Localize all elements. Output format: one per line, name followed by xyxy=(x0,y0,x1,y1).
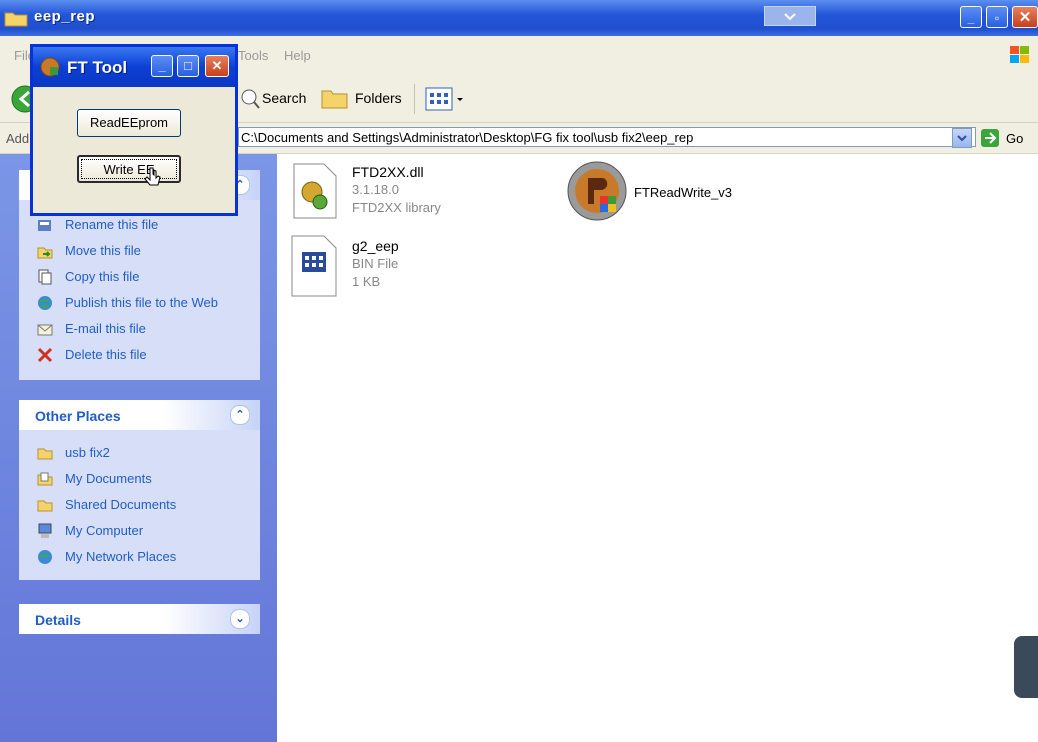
bin-file-icon xyxy=(291,235,337,297)
address-path: C:\Documents and Settings\Administrator\… xyxy=(241,130,694,145)
write-ee-button[interactable]: Write EE xyxy=(77,155,181,183)
details-header[interactable]: Details ⌄ xyxy=(19,604,260,634)
my-computer-icon xyxy=(38,523,52,538)
dll-icon xyxy=(293,163,337,219)
windows-logo-icon xyxy=(1010,46,1029,63)
menu-help[interactable]: Help xyxy=(284,48,311,63)
app-icon xyxy=(567,161,627,221)
other-places-title: Other Places xyxy=(35,408,121,424)
details-panel: Details ⌄ xyxy=(19,604,260,634)
address-input[interactable]: C:\Documents and Settings\Administrator\… xyxy=(238,127,976,147)
email-icon xyxy=(37,324,53,336)
mouse-cursor-icon xyxy=(144,167,161,186)
folder-icon xyxy=(4,12,28,27)
folder-icon xyxy=(37,448,53,460)
chevron-down-icon xyxy=(957,135,967,142)
explorer-title-bar[interactable]: eep_rep _ ▫ ✕ xyxy=(0,0,1038,36)
file-list: FTD2XX.dll 3.1.18.0 FTD2XX library g2_ee… xyxy=(278,154,1038,742)
close-button[interactable]: ✕ xyxy=(1012,6,1038,28)
publish-web-icon xyxy=(38,296,52,310)
search-icon[interactable] xyxy=(240,88,260,110)
move-icon xyxy=(37,247,53,259)
search-button[interactable]: Search xyxy=(262,90,306,106)
details-title: Details xyxy=(35,612,81,628)
title-chevron-button[interactable] xyxy=(764,6,816,26)
read-eeprom-button[interactable]: ReadEEprom xyxy=(77,109,181,137)
ft-tool-app-icon xyxy=(40,57,60,77)
file-item-ftreadwrite[interactable]: FTReadWrite_v3 xyxy=(564,158,764,224)
folders-button[interactable]: Folders xyxy=(355,90,402,106)
views-icon[interactable] xyxy=(425,87,471,111)
ft-tool-title-bar[interactable]: FT Tool _ □ ✕ xyxy=(33,47,235,87)
go-button[interactable]: Go xyxy=(1006,131,1023,146)
restore-button[interactable]: ▫ xyxy=(986,6,1008,28)
file-item-ftd2xx[interactable]: FTD2XX.dll 3.1.18.0 FTD2XX library xyxy=(288,160,548,224)
other-places-panel: Other Places ⌃ usb fix2 My Documents Sha… xyxy=(19,400,260,580)
ft-minimize-button[interactable]: _ xyxy=(151,55,173,77)
ft-tool-title: FT Tool xyxy=(67,58,128,77)
go-icon[interactable] xyxy=(980,128,1000,148)
window-title: eep_rep xyxy=(34,8,96,25)
network-places-icon xyxy=(38,550,52,564)
copy-icon xyxy=(38,269,52,285)
ft-maximize-button[interactable]: □ xyxy=(177,55,199,77)
address-dropdown-button[interactable] xyxy=(952,128,972,148)
my-documents-icon xyxy=(37,472,53,486)
folders-icon[interactable] xyxy=(320,85,350,111)
expand-chevron-icon[interactable]: ⌄ xyxy=(230,609,250,629)
delete-icon xyxy=(37,347,53,363)
rename-icon xyxy=(38,220,51,231)
folder-icon xyxy=(37,500,53,512)
menu-tools[interactable]: Tools xyxy=(238,48,268,63)
ft-tool-window: FT Tool _ □ ✕ ReadEEprom Write EE xyxy=(30,44,238,216)
side-widget[interactable] xyxy=(1014,636,1038,698)
collapse-chevron-icon[interactable]: ⌃ xyxy=(230,405,250,425)
minimize-button[interactable]: _ xyxy=(960,6,982,28)
ft-close-button[interactable]: ✕ xyxy=(205,55,229,77)
task-pane: ⌃ Rename this file Move this file Copy t… xyxy=(0,154,277,742)
other-places-header[interactable]: Other Places ⌃ xyxy=(19,400,260,430)
file-item-g2-eep[interactable]: g2_eep BIN File 1 KB xyxy=(288,234,548,298)
toolbar-separator xyxy=(414,84,415,114)
